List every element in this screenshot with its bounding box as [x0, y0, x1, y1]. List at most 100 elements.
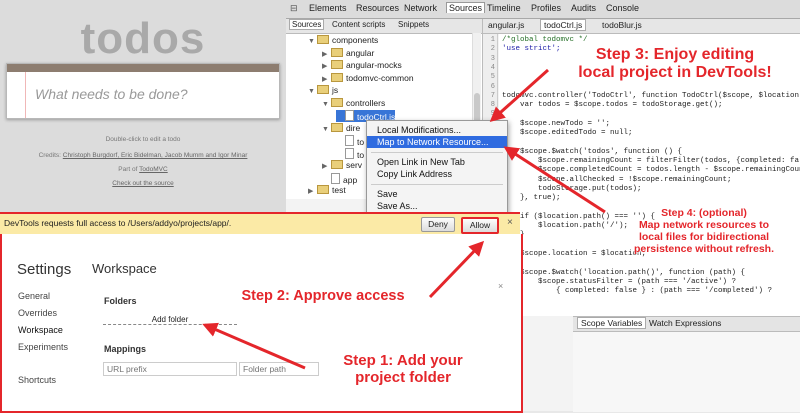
disclosure-open-icon[interactable]: ▼ — [308, 88, 317, 95]
workspace-title: Workspace — [92, 261, 157, 276]
deny-button[interactable]: Deny — [421, 217, 455, 232]
tab-network[interactable]: Network — [404, 3, 437, 13]
tab-watch-expressions[interactable]: Watch Expressions — [649, 318, 721, 328]
todo-hint: Double-click to edit a todo — [105, 136, 181, 143]
step1-annotation: Step 1: Add your project folder — [308, 352, 498, 387]
part-of-prefix: Part of — [118, 166, 138, 173]
menu-local-modifications[interactable]: Local Modifications... — [367, 124, 507, 136]
editor-tab-todoblur[interactable]: todoBlur.js — [602, 20, 642, 30]
menu-map-to-network-resource[interactable]: Map to Network Resource... — [367, 136, 507, 148]
menu-save[interactable]: Save — [367, 188, 507, 200]
tab-resources[interactable]: Resources — [356, 3, 399, 13]
tree-folder[interactable]: ▶ todomvc-common — [322, 72, 414, 85]
tree-file[interactable]: to — [336, 135, 364, 147]
disclosure-open-icon[interactable]: ▼ — [322, 101, 331, 108]
tab-profiles[interactable]: Profiles — [531, 3, 561, 13]
nav-tab-sources[interactable]: Sources — [289, 19, 325, 30]
line-number: 9 — [490, 110, 495, 119]
folder-icon — [331, 47, 343, 57]
tree-item-label: angular-mocks — [346, 60, 402, 70]
tab-console[interactable]: Console — [606, 3, 639, 13]
tab-timeline[interactable]: Timeline — [487, 3, 521, 13]
step4-line4: persistence without refresh. — [633, 242, 775, 255]
folder-icon — [317, 185, 329, 194]
editor-tab-todoctrl[interactable]: todoCtrl.js — [540, 19, 587, 31]
add-folder-button[interactable]: Add folder — [103, 314, 237, 325]
settings-nav-experiments[interactable]: Experiments — [18, 342, 68, 352]
code-line: var todos = $scope.todos = todoStorage.g… — [502, 101, 723, 110]
step4-annotation: Step 4: (optional) Map network resources… — [608, 207, 800, 255]
tree-folder[interactable]: ▼ controllers — [322, 97, 386, 110]
tree-folder[interactable]: ▼ dire — [322, 122, 361, 135]
disclosure-closed-icon[interactable]: ▶ — [322, 50, 331, 58]
step3-line2: local project in DevTools! — [578, 64, 772, 82]
new-todo-input[interactable] — [33, 80, 275, 108]
folder-path-input[interactable] — [239, 362, 319, 376]
disclosure-closed-icon[interactable]: ▶ — [322, 75, 331, 83]
disclosure-open-icon[interactable]: ▼ — [322, 126, 331, 133]
todo-box-margin-line — [25, 72, 26, 118]
disclosure-closed-icon[interactable]: ▶ — [322, 162, 331, 170]
tree-folder[interactable]: ▶ angular — [322, 47, 374, 60]
folder-icon — [317, 35, 329, 44]
tree-folder[interactable]: ▼ components — [308, 35, 378, 47]
settings-close-icon[interactable]: × — [498, 281, 503, 291]
code-line: /*global todomvc */ — [502, 36, 588, 44]
disclosure-closed-icon[interactable]: ▶ — [308, 187, 317, 195]
dock-icon[interactable]: ⊟ — [290, 3, 298, 14]
tree-item-label: components — [332, 35, 379, 45]
tree-item-label: test — [332, 185, 346, 195]
settings-nav-overrides[interactable]: Overrides — [18, 308, 57, 318]
settings-nav-general[interactable]: General — [18, 291, 50, 301]
nav-tab-content-scripts[interactable]: Content scripts — [332, 20, 385, 29]
disclosure-closed-icon[interactable]: ▶ — [322, 62, 331, 70]
url-prefix-input[interactable] — [103, 362, 237, 376]
settings-nav-shortcuts[interactable]: Shortcuts — [18, 375, 56, 385]
tree-file[interactable]: app — [322, 172, 357, 185]
tree-item-label: to — [357, 149, 365, 160]
todo-credits: Credits: Christoph Burgdorf, Eric Bidelm… — [0, 152, 286, 159]
folder-icon — [331, 72, 343, 82]
code-line: $scope.$watch('location.path()', functio… — [502, 268, 746, 277]
tree-folder[interactable]: ▶ test — [308, 185, 346, 197]
nav-tab-snippets[interactable]: Snippets — [398, 20, 429, 29]
settings-nav-workspace[interactable]: Workspace — [18, 325, 63, 335]
todomvc-link[interactable]: TodoMVC — [139, 166, 168, 173]
menu-save-as[interactable]: Save As... — [367, 200, 507, 212]
menu-separator — [371, 152, 503, 153]
step3-annotation: Step 3: Enjoy editing local project in D… — [550, 46, 800, 82]
menu-copy-link-address[interactable]: Copy Link Address — [367, 168, 507, 180]
tree-item-label: dire — [346, 122, 361, 133]
infobar-close-icon[interactable]: × — [507, 217, 513, 228]
tree-item-label: todomvc-common — [346, 72, 414, 83]
tab-elements[interactable]: Elements — [309, 3, 347, 13]
line-number: 7 — [490, 91, 495, 100]
debugger-sidebar: Scope Variables Watch Expressions — [573, 316, 800, 412]
credits-names-link[interactable]: Christoph Burgdorf, Eric Bidelman, Jacob… — [63, 152, 248, 159]
check-source-link[interactable]: Check out the source — [112, 180, 173, 187]
tree-folder[interactable]: ▼ js — [308, 85, 338, 97]
menu-open-link-new-tab[interactable]: Open Link in New Tab — [367, 156, 507, 168]
folder-icon — [331, 122, 343, 132]
tab-scope-variables[interactable]: Scope Variables — [577, 317, 647, 329]
tab-audits[interactable]: Audits — [571, 3, 596, 13]
code-line: $scope.$watch('todos', function () { — [502, 147, 683, 156]
code-line: $scope.statusFilter = (path === '/active… — [502, 277, 737, 286]
tree-folder[interactable]: ▶ serv — [322, 160, 362, 172]
tab-sources[interactable]: Sources — [446, 2, 486, 13]
infobar-message: DevTools requests full access to /Users/… — [4, 218, 232, 228]
settings-title: Settings — [17, 261, 72, 278]
tree-item-label: to — [357, 137, 365, 147]
tree-file[interactable]: to — [336, 147, 365, 160]
disclosure-open-icon[interactable]: ▼ — [308, 38, 317, 45]
code-line: $scope.allChecked = !$scope.remainingCou… — [502, 175, 732, 184]
tree-folder[interactable]: ▶ angular-mocks — [322, 60, 402, 72]
step1-line2: project folder — [355, 368, 451, 386]
allow-button[interactable]: Allow — [461, 217, 499, 234]
tree-item-label: controllers — [346, 97, 386, 108]
line-number: 8 — [490, 101, 495, 110]
tree-item-label: serv — [346, 160, 363, 170]
editor-tab-angular[interactable]: angular.js — [488, 20, 524, 30]
file-icon — [345, 147, 354, 159]
code-line: $scope.completedCount = todos.length - $… — [502, 166, 800, 175]
